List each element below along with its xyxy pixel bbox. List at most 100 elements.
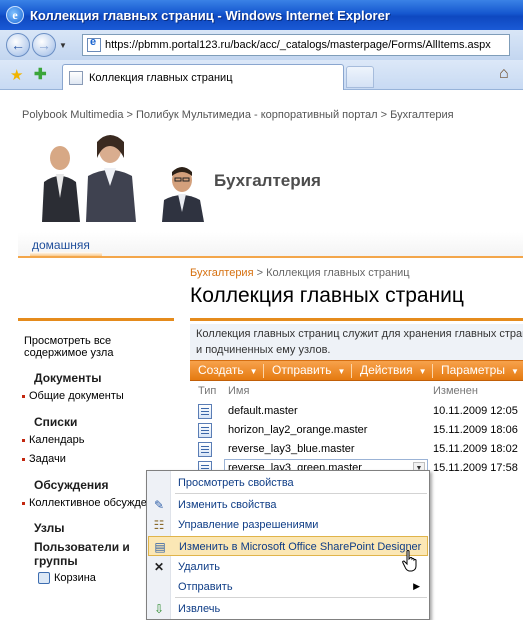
list-toolbar: Создать ▼ Отправить ▼ Действия ▼ Параметры ▼ [190,360,523,381]
check-out-icon: ⇩ [153,602,165,616]
menu-item-send-to[interactable]: Отправить ▶ [148,577,428,597]
bullet-icon [22,457,25,461]
actions-menu-button[interactable]: Действия ▼ [360,361,427,380]
menu-separator [175,493,427,494]
table-row: default.master 10.11.2009 12:05 [190,402,523,421]
item-context-menu: Просмотреть свойства ✎ Изменить свойства… [146,470,430,620]
add-favorites-icon[interactable]: ✚ [34,65,47,83]
file-modified-date: 15.11.2009 18:06 [433,424,518,436]
send-to-label: Отправить [178,581,233,593]
bullet-icon [22,438,25,442]
tasks-label: Задачи [29,453,66,465]
column-header-type[interactable]: Тип [198,385,216,397]
menu-item-edit-in-sharepoint-designer[interactable]: ▤ Изменить в Microsoft Office SharePoint… [148,536,428,556]
quicklaunch-item-tasks[interactable]: Задачи [22,453,66,465]
site-logo-image [42,135,204,222]
chevron-down-icon: ▼ [337,367,346,376]
breadcrumb-link-accounting[interactable]: Бухгалтерия [190,267,254,279]
bullet-icon [22,501,25,505]
list-description: Коллекция главных страниц служит для хра… [190,324,523,360]
back-button[interactable]: ← [6,33,30,57]
master-page-file-icon [198,423,212,438]
column-header-name[interactable]: Имя [228,385,249,397]
back-arrow-icon: ← [11,37,25,53]
navigation-bar: ← → ▼ https://pbmm.portal123.ru/back/acc… [0,30,523,60]
edit-in-spd-label: Изменить в Microsoft Office SharePoint D… [179,541,422,553]
menu-item-edit-properties[interactable]: ✎ Изменить свойства [148,495,428,515]
menu-item-check-out[interactable]: ⇩ Извлечь [148,599,428,619]
chevron-down-icon: ▼ [418,367,427,376]
global-breadcrumb[interactable]: Polybook Multimedia > Полибук Мультимеди… [22,109,454,121]
tab-label: Коллекция главных страниц [89,71,233,84]
quicklaunch-item-team-discussion[interactable]: Коллективное обсужде [22,497,147,509]
settings-label: Параметры [441,363,505,377]
tab-page-icon [69,70,83,85]
master-page-file-icon [198,404,212,419]
tab-active[interactable]: Коллекция главных страниц [62,64,344,90]
page-title: Коллекция главных страниц [190,284,464,307]
bullet-icon [22,394,25,398]
toolbar-separator [351,364,352,378]
forward-button[interactable]: → [32,33,56,57]
toolbar-separator [432,364,433,378]
new-tab-button[interactable] [346,66,374,88]
breadcrumb-separator: > [253,267,267,279]
column-header-modified[interactable]: Изменен [433,385,478,397]
people-line2: группы [34,554,78,568]
site-title[interactable]: Бухгалтерия [214,171,321,191]
people-line1: Пользователи и [34,540,130,554]
quicklaunch-heading-lists[interactable]: Списки [34,415,77,429]
view-all-line1: Просмотреть все [24,335,112,347]
file-name-link[interactable]: horizon_lay2_orange.master [228,424,367,436]
nav-tab-home[interactable]: домашняя [32,238,90,252]
view-all-line2: содержимое узла [24,347,114,359]
hand-cursor-icon [402,550,417,572]
favorites-star-icon[interactable]: ★ [10,66,23,84]
recent-pages-dropdown-icon[interactable]: ▼ [59,41,69,50]
recycle-bin-label: Корзина [54,572,96,584]
permissions-icon: ☷ [153,518,165,532]
description-line2: и подчиненных ему узлов. [196,344,331,356]
description-line1: Коллекция главных страниц служит для хра… [196,328,523,340]
delete-label: Удалить [178,561,220,573]
edit-properties-icon: ✎ [153,498,165,512]
submenu-arrow-icon: ▶ [413,581,420,591]
menu-item-view-properties[interactable]: Просмотреть свойства [148,473,428,493]
chevron-down-icon: ▼ [249,367,258,376]
quick-launch-divider [18,318,174,321]
create-label: Создать [198,363,244,377]
view-properties-label: Просмотреть свойства [178,477,294,489]
toolbar-separator [263,364,264,378]
file-name-link[interactable]: default.master [228,405,298,417]
manage-permissions-label: Управление разрешениями [178,519,319,531]
address-url[interactable]: https://pbmm.portal123.ru/back/acc/_cata… [105,39,491,51]
quicklaunch-item-recycle-bin[interactable]: Корзина [38,572,96,585]
file-name-link[interactable]: reverse_lay3_blue.master [228,443,355,455]
settings-menu-button[interactable]: Параметры ▼ [441,361,519,380]
address-bar[interactable]: https://pbmm.portal123.ru/back/acc/_cata… [82,34,510,56]
quicklaunch-item-calendar[interactable]: Календарь [22,434,85,446]
quicklaunch-heading-documents[interactable]: Документы [34,371,101,385]
page-icon [87,36,101,52]
delete-x-icon: ✕ [153,560,165,574]
quicklaunch-heading-discussions[interactable]: Обсуждения [34,478,109,492]
file-modified-date: 15.11.2009 17:58 [433,462,518,474]
calendar-label: Календарь [29,434,85,446]
breadcrumb-current: Коллекция главных страниц [266,267,410,279]
upload-menu-button[interactable]: Отправить ▼ [272,361,345,380]
view-all-content-link[interactable]: Просмотреть все содержимое узла [24,335,113,359]
sharepoint-designer-icon: ▤ [154,540,166,554]
quicklaunch-heading-people[interactable]: Пользователи и группы [34,540,130,568]
create-menu-button[interactable]: Создать ▼ [198,361,258,380]
shared-docs-label: Общие документы [29,390,124,402]
team-discussion-label: Коллективное обсужде [29,497,147,509]
menu-item-delete[interactable]: ✕ Удалить [148,557,428,577]
quicklaunch-heading-sites[interactable]: Узлы [34,521,65,535]
quicklaunch-item-shared-docs[interactable]: Общие документы [22,390,124,402]
home-icon[interactable]: ⌂ [499,65,509,83]
title-divider [190,318,523,321]
nav-tab-home-indicator [30,252,102,256]
top-navigation-bar: домашняя [18,232,523,258]
actions-label: Действия [360,363,413,377]
menu-item-manage-permissions[interactable]: ☷ Управление разрешениями [148,515,428,535]
